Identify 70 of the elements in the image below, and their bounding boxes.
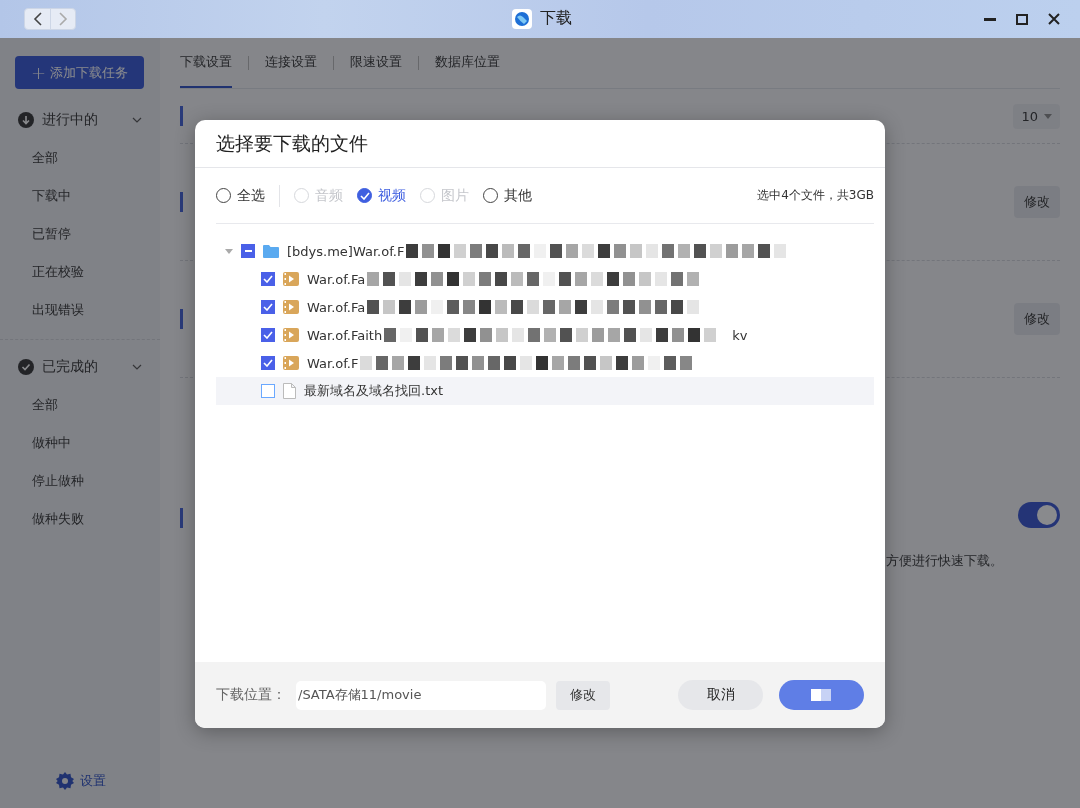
video-file-icon	[283, 300, 299, 314]
video-file-icon	[283, 272, 299, 286]
checkmark-icon	[263, 275, 273, 283]
checkmark-icon	[263, 303, 273, 311]
settings-tab[interactable]: 连接设置	[265, 38, 317, 88]
checkbox[interactable]	[261, 328, 275, 342]
sidebar-item[interactable]: 下载中	[18, 177, 142, 215]
globe-icon	[512, 8, 532, 29]
checkmark-icon	[359, 191, 370, 200]
settings-tab[interactable]: 限速设置	[350, 38, 402, 88]
sidebar-item[interactable]: 做种中	[18, 424, 142, 462]
window-title: 下载	[540, 8, 572, 29]
group-header[interactable]: 已完成的	[42, 358, 124, 376]
close-icon[interactable]	[1048, 13, 1060, 25]
group-header[interactable]: 进行中的	[42, 111, 124, 129]
filter-option[interactable]: 视频	[357, 186, 406, 205]
file-name: 最新域名及域名找回.txt	[304, 382, 444, 400]
document-icon	[283, 383, 296, 399]
modify-button[interactable]: 修改	[556, 680, 610, 710]
folder-icon	[263, 244, 279, 258]
setting-description: 方便进行快速下载。	[886, 552, 1003, 570]
modify-button[interactable]: 修改	[1014, 186, 1060, 218]
checkbox[interactable]	[261, 300, 275, 314]
settings-tab[interactable]: 下载设置	[180, 38, 232, 88]
filter-option[interactable]: 全选	[216, 186, 265, 205]
caret-icon	[1044, 113, 1052, 119]
location-field[interactable]: /SATA存储11/movie	[296, 680, 546, 710]
file-name-end: kv	[732, 327, 748, 343]
toggle-switch[interactable]	[1018, 502, 1060, 528]
settings-tab[interactable]: 数据库位置	[435, 38, 500, 88]
file-name: War.of.Fa	[307, 271, 366, 287]
settings-icon[interactable]	[56, 772, 74, 790]
sidebar-item[interactable]: 出现错误	[18, 291, 142, 329]
count-dropdown[interactable]: 10	[1013, 103, 1060, 129]
modify-button[interactable]: 修改	[1014, 303, 1060, 335]
file-name: War.of.Fa	[307, 299, 366, 315]
checkmark-icon	[263, 331, 273, 339]
checkbox[interactable]	[261, 356, 275, 370]
pixelated-redaction-drawing	[810, 689, 833, 701]
sidebar-item[interactable]: 已暂停	[18, 215, 142, 253]
folder-name: [bdys.me]War.of.F	[287, 243, 405, 259]
sidebar-item[interactable]: 做种失败	[18, 500, 142, 538]
filter-option[interactable]: 其他	[483, 186, 532, 205]
add-task-button[interactable]: + 添加下载任务	[15, 56, 144, 89]
checkbox[interactable]	[261, 384, 275, 398]
video-file-icon	[283, 356, 299, 370]
file-name: War.of.Faith	[307, 327, 383, 343]
location-label: 下载位置：	[216, 686, 286, 704]
sidebar-item[interactable]: 正在校验	[18, 253, 142, 291]
checkbox[interactable]	[241, 244, 255, 258]
checkmark-icon	[263, 359, 273, 367]
selection-summary: 选中4个文件，共3GB	[757, 187, 874, 204]
confirm-button[interactable]	[779, 680, 864, 710]
sidebar-item[interactable]: 全部	[18, 139, 142, 177]
back-icon	[32, 12, 43, 26]
video-file-icon	[283, 328, 299, 342]
chevron-icon[interactable]	[132, 117, 142, 123]
sidebar-item[interactable]: 全部	[18, 386, 142, 424]
settings-link[interactable]: 设置	[80, 772, 106, 790]
dialog-title: 选择要下载的文件	[216, 130, 368, 156]
sidebar-item[interactable]: 停止做种	[18, 462, 142, 500]
download-icon	[18, 112, 34, 128]
maximize-icon[interactable]	[1016, 13, 1028, 25]
chevron-icon[interactable]	[132, 364, 142, 370]
checkbox[interactable]	[261, 272, 275, 286]
file-name: War.of.F	[307, 355, 359, 371]
forward-icon	[58, 12, 68, 26]
minimize-icon[interactable]	[984, 17, 996, 21]
cancel-button[interactable]: 取消	[678, 680, 763, 710]
check-circle-icon	[18, 359, 34, 375]
